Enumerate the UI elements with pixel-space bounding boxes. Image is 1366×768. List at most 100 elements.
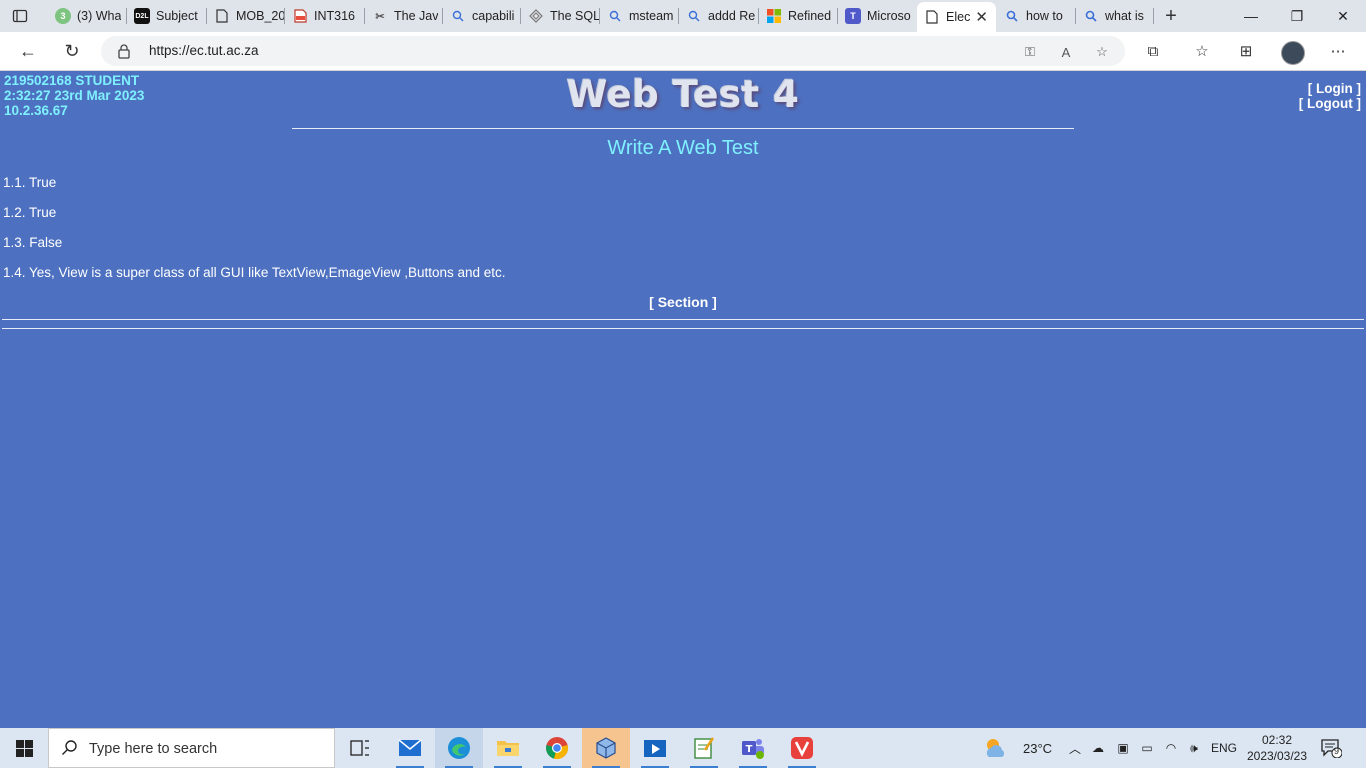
- teams-icon: T: [845, 8, 861, 24]
- tab-subject[interactable]: D2L Subject: [127, 4, 207, 28]
- tab-what-is[interactable]: what is: [1076, 4, 1154, 28]
- answer-1-2: 1.2. True: [3, 205, 57, 220]
- close-tab-icon[interactable]: ✕: [975, 8, 988, 26]
- windows-icon: [15, 739, 33, 757]
- login-link[interactable]: [ Login ]: [1299, 81, 1361, 96]
- meet-now-icon[interactable]: ▣: [1113, 738, 1133, 758]
- clock-date: 2023/03/23: [1246, 749, 1308, 763]
- answer-1-4: 1.4. Yes, View is a super class of all G…: [3, 265, 506, 280]
- weather-widget[interactable]: 23°C: [983, 734, 1052, 762]
- pdf-icon: [292, 8, 308, 24]
- tab-mob[interactable]: MOB_20: [207, 4, 285, 28]
- battery-icon[interactable]: ▭: [1137, 738, 1157, 758]
- file-explorer-icon[interactable]: [484, 728, 532, 768]
- tab-label: capabili: [472, 9, 515, 23]
- lock-icon[interactable]: [117, 43, 133, 59]
- tab-int316[interactable]: INT316: [285, 4, 365, 28]
- tab-label: Elec: [946, 10, 971, 24]
- vivaldi-icon[interactable]: [778, 728, 826, 768]
- volume-icon[interactable]: 🕪: [1184, 738, 1204, 758]
- search-icon: [450, 8, 466, 24]
- tab-refined[interactable]: Refined: [759, 4, 838, 28]
- onedrive-icon[interactable]: ☁: [1088, 738, 1108, 758]
- auth-links: [ Login ] [ Logout ]: [1299, 81, 1361, 111]
- tab-capabili[interactable]: capabili: [443, 4, 521, 28]
- tab-label: how to: [1026, 9, 1063, 23]
- favorites-icon[interactable]: ☆: [1192, 41, 1212, 61]
- tab-label: msteam: [629, 9, 674, 23]
- tab-label: Refined: [788, 9, 832, 23]
- tab-label: Subject: [156, 9, 198, 23]
- java-icon: ✂: [375, 10, 385, 23]
- key-icon[interactable]: ⚿: [1021, 43, 1039, 61]
- taskbar: Type here to search T 23°C ︿ ☁ ▣ ▭ ◠ 🕪 E…: [0, 728, 1366, 768]
- mail-icon[interactable]: [386, 728, 434, 768]
- new-tab-button[interactable]: +: [1159, 4, 1183, 28]
- back-button[interactable]: ←: [16, 39, 40, 63]
- notification-count: 9: [1334, 746, 1340, 756]
- restore-icon[interactable]: ❐: [1274, 0, 1320, 32]
- tab-label: INT316: [314, 9, 355, 23]
- whatsapp-icon: 3: [55, 8, 71, 24]
- chevron-up-icon[interactable]: ︿: [1065, 738, 1085, 758]
- chrome-icon[interactable]: [533, 728, 581, 768]
- search-icon: [607, 8, 623, 24]
- tab-sql[interactable]: The SQL: [521, 4, 600, 28]
- media-player-icon[interactable]: [631, 728, 679, 768]
- system-clock[interactable]: 02:32 2023/03/23: [1246, 732, 1308, 764]
- diamond-icon: [528, 8, 544, 24]
- edge-icon[interactable]: [435, 728, 483, 768]
- window-controls: — ❐ ✕: [1228, 0, 1366, 32]
- tab-label: what is: [1105, 9, 1144, 23]
- collections-icon[interactable]: ⊞: [1236, 41, 1256, 61]
- tab-label: The Jav: [394, 9, 439, 23]
- taskbar-search[interactable]: Type here to search: [48, 728, 335, 768]
- tab-msteam[interactable]: msteam: [600, 4, 679, 28]
- add-favorite-icon[interactable]: ☆: [1093, 43, 1111, 61]
- url-text[interactable]: https://ec.tut.ac.za: [149, 43, 259, 58]
- read-aloud-icon[interactable]: A: [1057, 43, 1075, 61]
- wifi-icon[interactable]: ◠: [1161, 738, 1181, 758]
- tab-java[interactable]: ✂ The Jav: [365, 4, 443, 28]
- tab-addd[interactable]: addd Re: [679, 4, 759, 28]
- notification-icon[interactable]: 9: [1320, 738, 1343, 759]
- divider-top: [2, 319, 1364, 320]
- tab-elec-active[interactable]: Elec ✕: [917, 2, 996, 32]
- divider-bottom: [2, 328, 1364, 329]
- search-icon: [1083, 8, 1099, 24]
- search-icon: [686, 8, 702, 24]
- teams-taskbar-icon[interactable]: T: [729, 728, 777, 768]
- document-icon: [214, 8, 230, 24]
- start-button[interactable]: [0, 728, 48, 768]
- weather-temperature: 23°C: [1023, 740, 1053, 756]
- weather-icon: [986, 739, 1005, 757]
- language-indicator[interactable]: ENG: [1211, 741, 1237, 755]
- logout-link[interactable]: [ Logout ]: [1299, 96, 1361, 111]
- search-icon: [61, 739, 79, 757]
- notepad-icon[interactable]: [680, 728, 728, 768]
- tab-how-to[interactable]: how to: [997, 4, 1076, 28]
- tab-whatsapp[interactable]: 3 (3) Wha: [48, 4, 127, 28]
- d2l-icon: D2L: [134, 8, 150, 24]
- task-view-icon[interactable]: [336, 728, 384, 768]
- section-link[interactable]: [ Section ]: [0, 294, 1366, 310]
- page-title: Web Test 4: [566, 73, 800, 116]
- more-options-icon[interactable]: ⋯: [1328, 41, 1348, 61]
- profile-avatar[interactable]: [1281, 41, 1305, 65]
- search-placeholder[interactable]: Type here to search: [89, 741, 217, 757]
- address-bar: ← ↻ https://ec.tut.ac.za ⚿ A ☆ ⧉ ☆ ⊞ ⋯: [0, 32, 1366, 71]
- virtualbox-icon[interactable]: [582, 728, 630, 768]
- refresh-button[interactable]: ↻: [60, 39, 84, 63]
- microsoft-icon: [766, 8, 782, 24]
- minimize-icon[interactable]: —: [1228, 0, 1274, 32]
- close-window-icon[interactable]: ✕: [1320, 0, 1366, 32]
- page-subtitle: Write A Web Test: [607, 137, 759, 159]
- tab-label: addd Re: [708, 9, 756, 23]
- tab-label: Microso: [867, 9, 911, 23]
- tab-label: MOB_20: [236, 9, 285, 23]
- tab-microsoft[interactable]: T Microso: [838, 4, 916, 28]
- extensions-icon[interactable]: ⧉: [1143, 41, 1163, 61]
- tab-label: (3) Wha: [77, 9, 122, 23]
- tab-actions-icon[interactable]: [10, 6, 30, 26]
- url-field[interactable]: https://ec.tut.ac.za ⚿ A ☆: [101, 36, 1125, 66]
